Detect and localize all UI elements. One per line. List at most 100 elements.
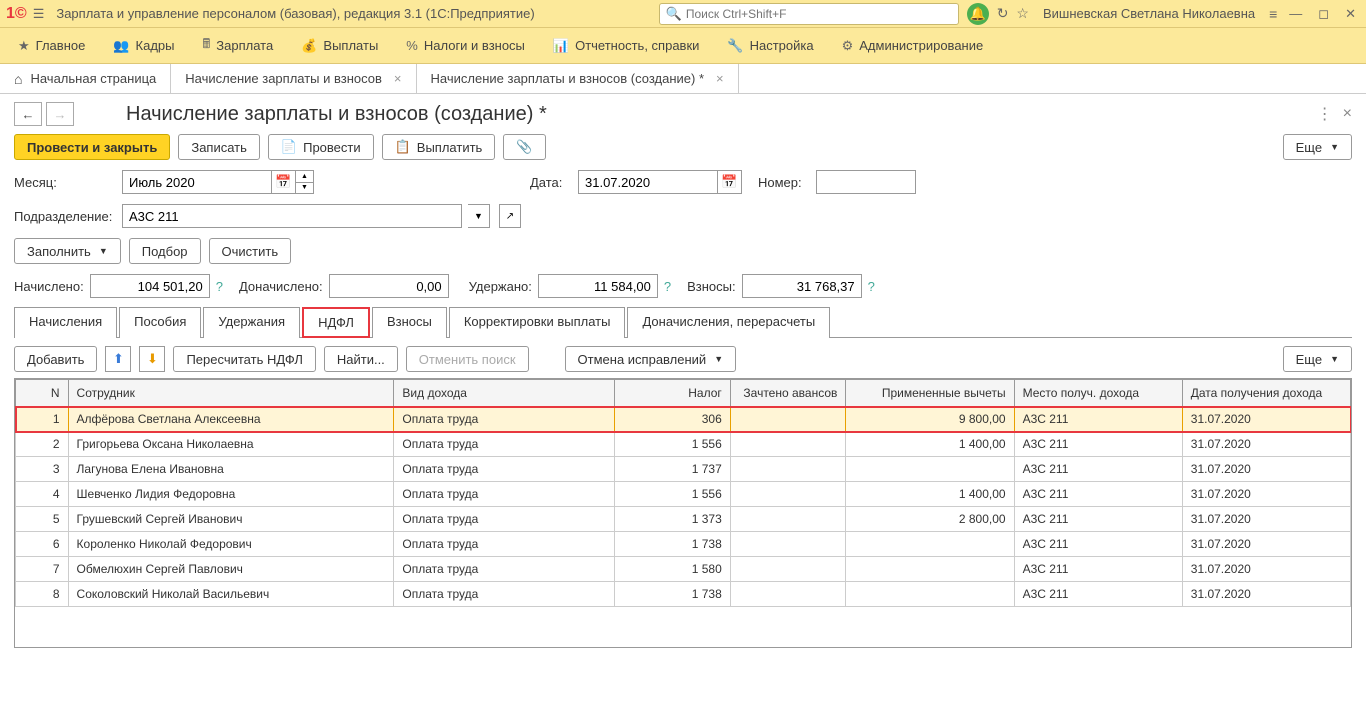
menu-kadry[interactable]: 👥Кадры: [101, 32, 186, 60]
menu-nastroika[interactable]: 🔧Настройка: [715, 32, 825, 60]
post-button[interactable]: 📄Провести: [268, 134, 374, 160]
help-icon[interactable]: ?: [216, 279, 223, 294]
chevron-down-icon: ▼: [1330, 142, 1339, 152]
menu-otchet[interactable]: 📊Отчетность, справки: [541, 32, 712, 60]
add-row-button[interactable]: Добавить: [14, 346, 97, 372]
help-icon[interactable]: ?: [868, 279, 875, 294]
move-up-button[interactable]: ⬆: [105, 346, 131, 372]
calendar-button[interactable]: 📅: [718, 170, 742, 194]
close-button[interactable]: ✕: [1341, 6, 1360, 22]
maximize-button[interactable]: ◻: [1314, 6, 1333, 22]
kebab-icon[interactable]: ⋮: [1317, 104, 1333, 124]
col-employee[interactable]: Сотрудник: [68, 380, 394, 407]
commit-close-button[interactable]: Провести и закрыть: [14, 134, 170, 160]
month-input[interactable]: [122, 170, 272, 194]
table-more-button[interactable]: Еще▼: [1283, 346, 1352, 372]
dept-input[interactable]: [122, 204, 462, 228]
close-icon[interactable]: ×: [716, 71, 724, 86]
table-row[interactable]: 7Обмелюхин Сергей ПавловичОплата труда1 …: [16, 557, 1351, 582]
dropdown-button[interactable]: ▼: [468, 204, 490, 228]
more-button[interactable]: Еще▼: [1283, 134, 1352, 160]
inner-tab-additional[interactable]: Доначисления, перерасчеты: [627, 307, 830, 338]
clear-button[interactable]: Очистить: [209, 238, 292, 264]
cell-advance: [730, 407, 846, 432]
date-input[interactable]: [578, 170, 718, 194]
col-tax[interactable]: Налог: [615, 380, 731, 407]
help-icon[interactable]: ?: [664, 279, 671, 294]
table-row[interactable]: 2Григорьева Оксана НиколаевнаОплата труд…: [16, 432, 1351, 457]
user-name[interactable]: Вишневская Светлана Николаевна: [1043, 6, 1255, 21]
inner-tab-contrib[interactable]: Взносы: [372, 307, 447, 338]
cancel-find-button[interactable]: Отменить поиск: [406, 346, 529, 372]
col-n[interactable]: N: [16, 380, 69, 407]
tab-accrual-list[interactable]: Начисление зарплаты и взносов×: [171, 64, 416, 93]
table-row[interactable]: 8Соколовский Николай ВасильевичОплата тр…: [16, 582, 1351, 607]
close-page-icon[interactable]: ×: [1343, 105, 1352, 123]
withheld-input[interactable]: [538, 274, 658, 298]
fill-button[interactable]: Заполнить▼: [14, 238, 121, 264]
hamburger-icon[interactable]: ☰: [33, 6, 45, 22]
col-deductions[interactable]: Примененные вычеты: [846, 380, 1014, 407]
accrued-input[interactable]: [90, 274, 210, 298]
close-icon[interactable]: ×: [394, 71, 402, 86]
filter-icon[interactable]: ≡: [1269, 6, 1277, 22]
nav-forward-button[interactable]: →: [46, 102, 74, 126]
button-label: Провести: [303, 140, 361, 155]
pay-button[interactable]: 📋Выплатить: [382, 134, 496, 160]
cell-place: А3С 211: [1014, 532, 1182, 557]
cell-place: А3С 211: [1014, 482, 1182, 507]
recalc-button[interactable]: Пересчитать НДФЛ: [173, 346, 315, 372]
extra-input[interactable]: [329, 274, 449, 298]
cell-n: 1: [16, 407, 69, 432]
inner-tab-accruals[interactable]: Начисления: [14, 307, 117, 338]
menu-admin[interactable]: ⚙Администрирование: [830, 32, 996, 60]
col-income-type[interactable]: Вид дохода: [394, 380, 615, 407]
minimize-button[interactable]: —: [1285, 6, 1306, 21]
cell-n: 8: [16, 582, 69, 607]
table-row[interactable]: 1Алфёрова Светлана АлексеевнаОплата труд…: [16, 407, 1351, 432]
cell-place: А3С 211: [1014, 457, 1182, 482]
spin-down-icon[interactable]: ▼: [296, 183, 313, 194]
inner-tab-corrections[interactable]: Корректировки выплаты: [449, 307, 626, 338]
spin-up-icon[interactable]: ▲: [296, 171, 313, 183]
move-down-button[interactable]: ⬇: [139, 346, 165, 372]
bell-icon[interactable]: 🔔: [967, 3, 989, 25]
nav-back-button[interactable]: ←: [14, 102, 42, 126]
contrib-input[interactable]: [742, 274, 862, 298]
search-input[interactable]: [686, 7, 952, 21]
find-button[interactable]: Найти...: [324, 346, 398, 372]
open-ref-button[interactable]: ↗: [499, 204, 521, 228]
table-row[interactable]: 5Грушевский Сергей ИвановичОплата труда1…: [16, 507, 1351, 532]
button-label: Выплатить: [417, 140, 483, 155]
cancel-fix-button[interactable]: Отмена исправлений▼: [565, 346, 737, 372]
ndfl-table[interactable]: N Сотрудник Вид дохода Налог Зачтено ава…: [15, 379, 1351, 607]
calendar-button[interactable]: 📅: [272, 170, 296, 194]
pick-button[interactable]: Подбор: [129, 238, 201, 264]
col-advance[interactable]: Зачтено авансов: [730, 380, 846, 407]
menu-zarplata[interactable]: 🖩Зарплата: [190, 29, 285, 63]
button-label: Пересчитать НДФЛ: [186, 352, 302, 367]
tab-accrual-create[interactable]: Начисление зарплаты и взносов (создание)…: [417, 64, 739, 93]
inner-tab-ndfl[interactable]: НДФЛ: [302, 307, 370, 338]
inner-tab-benefits[interactable]: Пособия: [119, 307, 201, 338]
inner-tab-withholdings[interactable]: Удержания: [203, 307, 300, 338]
history-icon[interactable]: ↻: [997, 5, 1009, 22]
write-button[interactable]: Записать: [178, 134, 260, 160]
table-row[interactable]: 6Короленко Николай ФедоровичОплата труда…: [16, 532, 1351, 557]
cell-date: 31.07.2020: [1182, 557, 1350, 582]
star-icon[interactable]: ☆: [1016, 5, 1029, 22]
cell-employee: Григорьева Оксана Николаевна: [68, 432, 394, 457]
menu-nalogi[interactable]: %Налоги и взносы: [394, 32, 537, 59]
attach-button[interactable]: 📎: [503, 134, 545, 160]
number-input[interactable]: [816, 170, 916, 194]
col-date[interactable]: Дата получения дохода: [1182, 380, 1350, 407]
menu-main[interactable]: ★Главное: [6, 32, 97, 60]
tab-home[interactable]: ⌂Начальная страница: [0, 64, 171, 93]
table-row[interactable]: 3Лагунова Елена ИвановнаОплата труда1 73…: [16, 457, 1351, 482]
col-place[interactable]: Место получ. дохода: [1014, 380, 1182, 407]
table-row[interactable]: 4Шевченко Лидия ФедоровнаОплата труда1 5…: [16, 482, 1351, 507]
search-box[interactable]: 🔍: [659, 3, 959, 25]
month-spinner[interactable]: ▲▼: [296, 170, 314, 194]
menu-label: Администрирование: [859, 38, 983, 53]
menu-vyplaty[interactable]: 💰Выплаты: [289, 32, 390, 60]
